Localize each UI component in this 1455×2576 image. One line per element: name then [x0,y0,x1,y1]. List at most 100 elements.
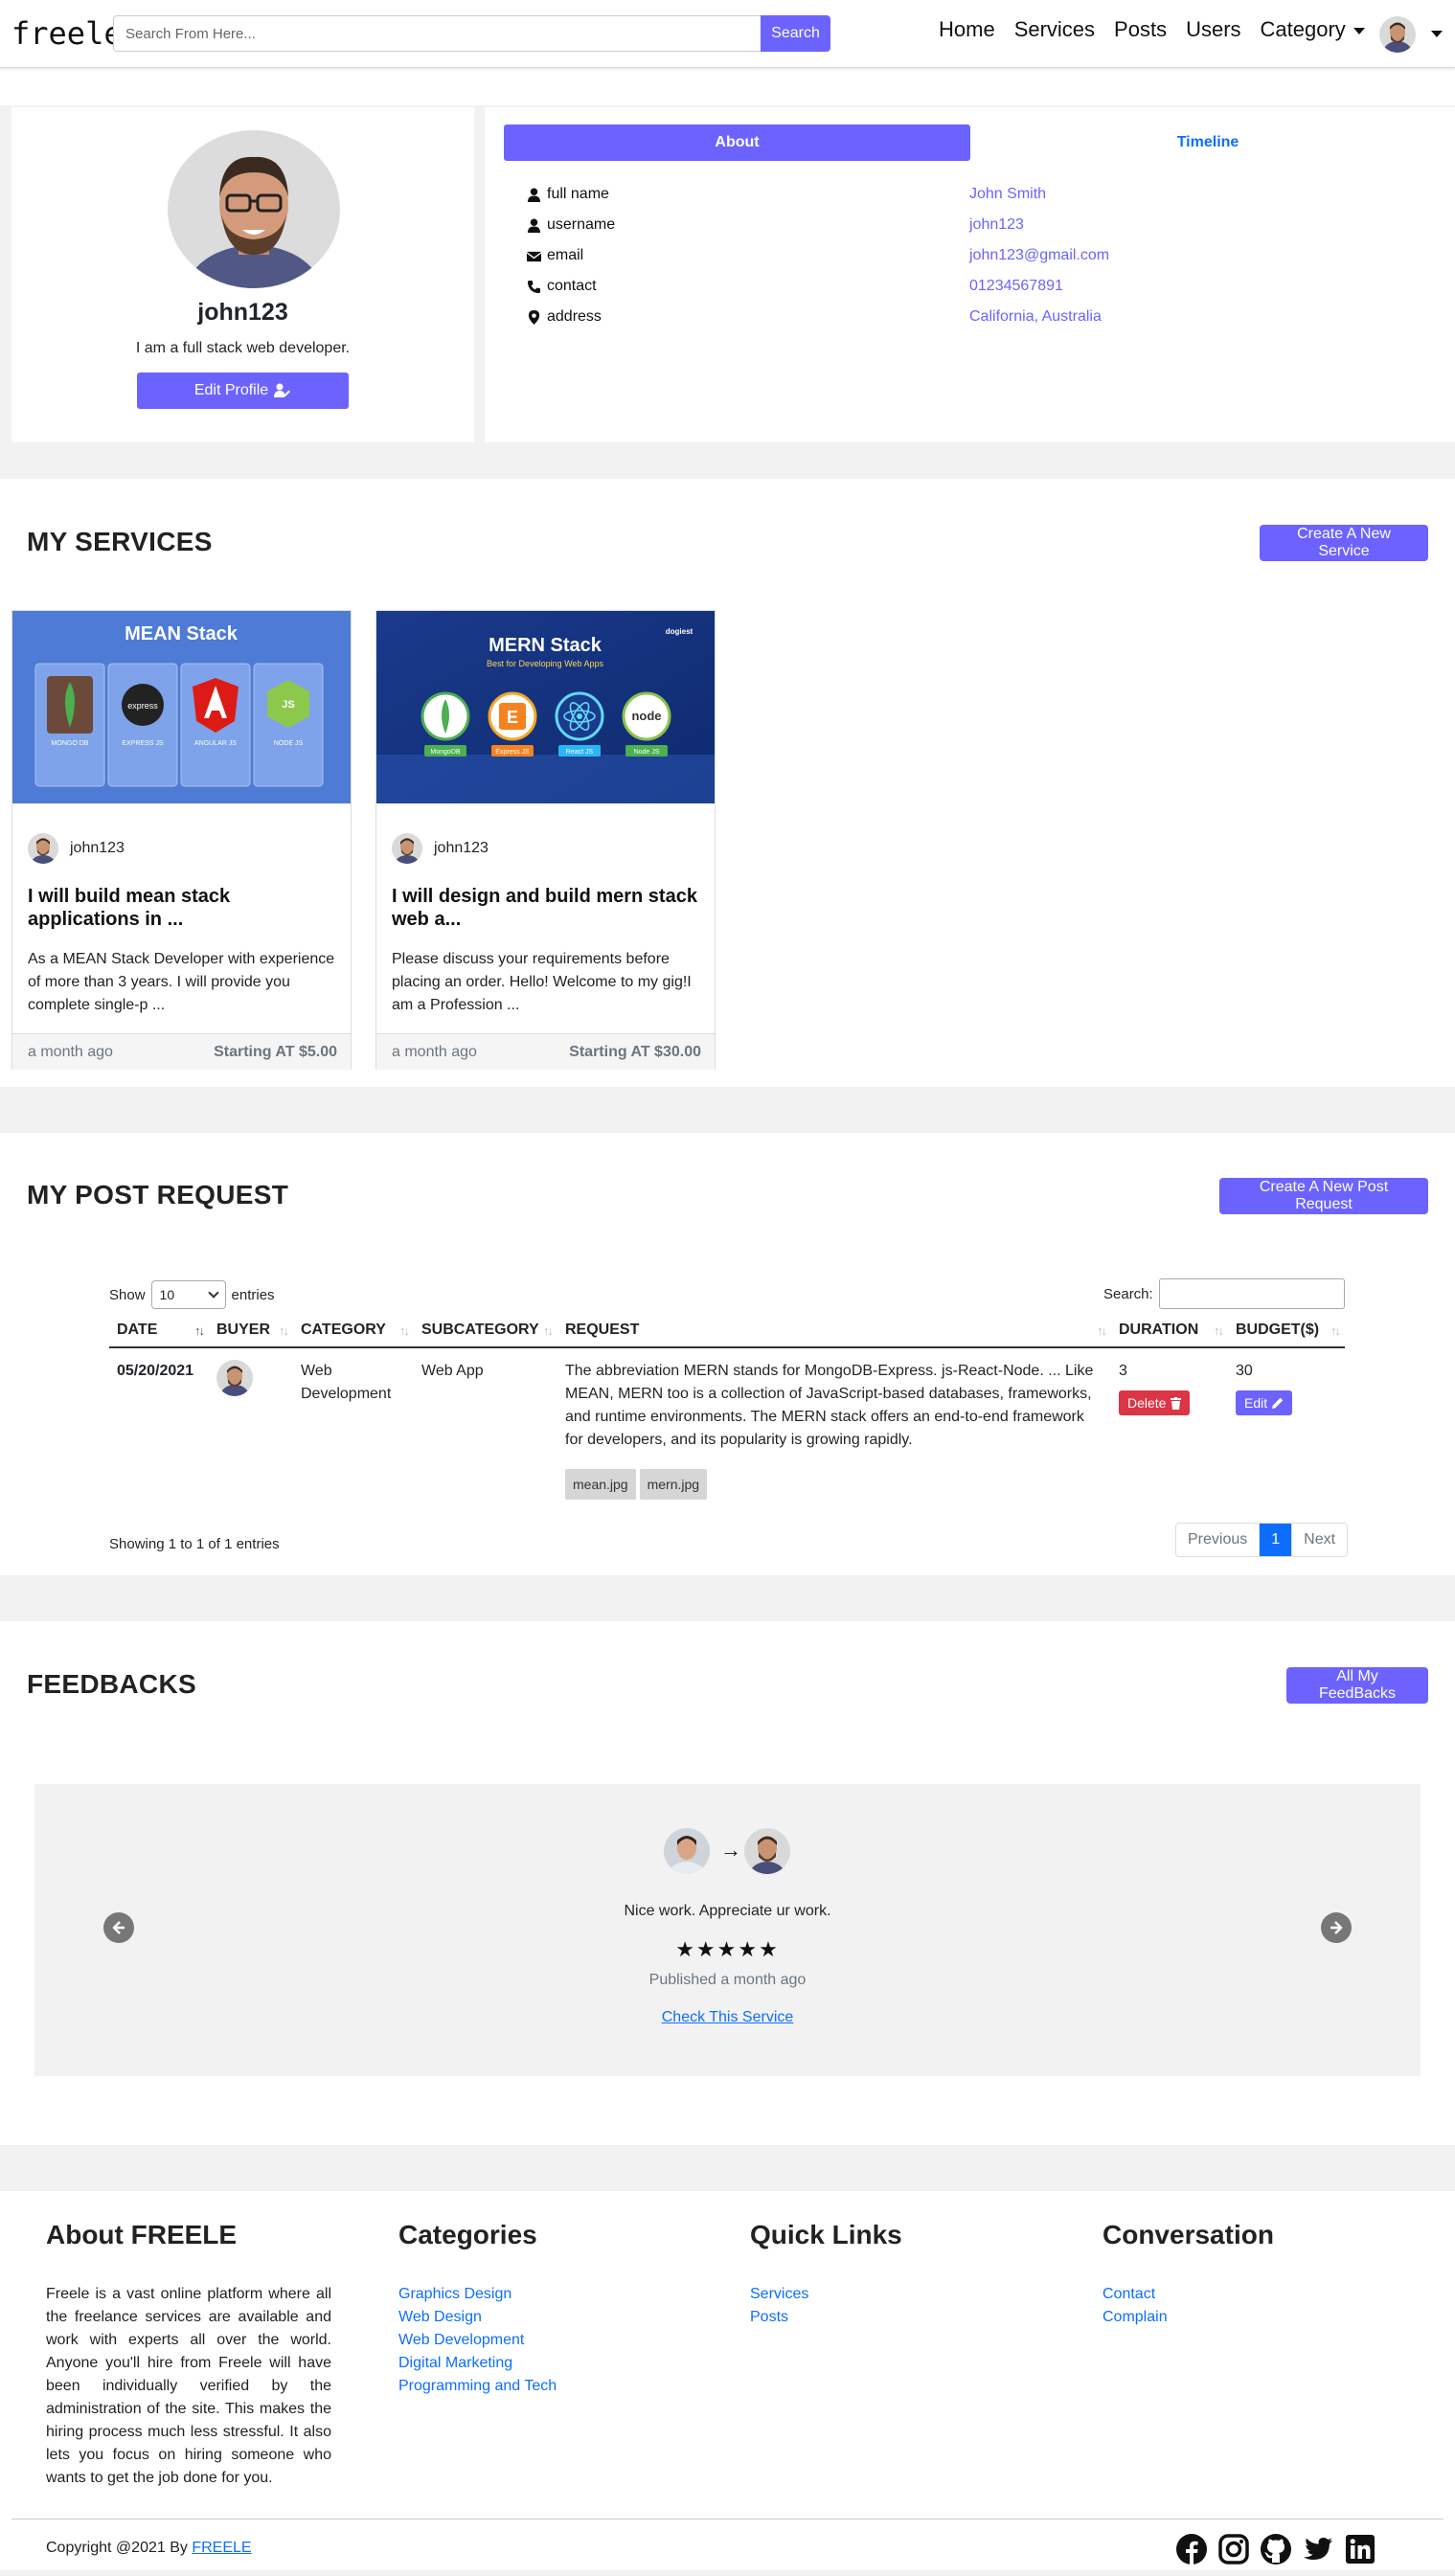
footer-category-link[interactable]: Web Development [398,2329,557,2352]
tab-about[interactable]: About [504,124,970,161]
footer-category-link[interactable]: Programming and Tech [398,2375,557,2398]
create-service-button[interactable]: Create A New Service [1260,525,1428,561]
pagination-previous[interactable]: Previous [1176,1524,1261,1556]
footer-quick-link[interactable]: Services [750,2283,902,2306]
pagination-page[interactable]: 1 [1260,1524,1293,1556]
check-service-link[interactable]: Check This Service [662,2009,794,2025]
all-feedbacks-button[interactable]: All My FeedBacks [1286,1667,1428,1704]
user-avatar[interactable] [1379,16,1416,53]
cell-buyer [209,1347,293,1511]
attachment-list: mean.jpg mern.jpg [565,1452,1103,1500]
carousel-next-icon[interactable] [1321,1912,1352,1943]
seller-name[interactable]: john123 [434,840,489,857]
column-header-category[interactable]: CATEGORY ↑↓ [293,1314,414,1348]
footer-category-link[interactable]: Web Design [398,2306,557,2329]
service-image: MERN Stack Best for Developing Web Apps … [376,611,715,803]
github-icon[interactable] [1261,2534,1291,2565]
edit-profile-button[interactable]: Edit Profile [137,373,349,409]
mean-item-label: ANGULAR JS [194,740,237,747]
entries-length: Show 10 entries [109,1280,275,1309]
attachment-chip[interactable]: mern.jpg [639,1469,708,1500]
trash-icon [1171,1396,1182,1410]
attachment-chip[interactable]: mean.jpg [565,1469,636,1500]
buyer-avatar[interactable] [216,1360,253,1396]
copyright-text: Copyright @2021 By [46,2540,188,2556]
twitter-icon[interactable] [1303,2534,1333,2565]
cell-category: Web Development [301,1363,392,1402]
caret-down-icon[interactable] [1431,31,1443,37]
pagination-next[interactable]: Next [1292,1524,1347,1556]
table-info: Showing 1 to 1 of 1 entries [109,1536,280,1552]
facebook-icon[interactable] [1176,2534,1207,2565]
copyright-link[interactable]: FREELE [192,2540,251,2556]
posts-title: MY POST REQUEST [27,1180,289,1209]
feedbacks-title: FEEDBACKS [27,1669,196,1699]
seller-avatar[interactable] [744,1828,790,1874]
info-label: username [547,216,616,233]
linkedin-icon[interactable] [1345,2534,1375,2565]
column-header-request[interactable]: REQUEST ↑↓ [557,1314,1111,1348]
map-marker-icon [528,309,540,325]
seller-name[interactable]: john123 [70,840,125,857]
mean-item-label: MONGO DB [52,740,89,747]
service-description: Please discuss your requirements before … [392,951,692,1013]
nav-category-dropdown[interactable]: Category [1261,17,1365,42]
info-value: john123 [969,216,1024,233]
search-button[interactable]: Search [761,15,830,52]
table-search-input[interactable] [1158,1278,1345,1309]
service-card[interactable]: MERN Stack Best for Developing Web Apps … [375,610,716,1070]
request-text: The abbreviation MERN stands for MongoDB… [565,1363,1094,1448]
delete-button[interactable]: Delete [1119,1390,1191,1415]
cell-request: The abbreviation MERN stands for MongoDB… [557,1347,1111,1511]
nav-home[interactable]: Home [939,17,995,42]
profile-bio: I am a full stack web developer. [135,340,351,356]
nav-posts[interactable]: Posts [1114,17,1167,42]
footer-category-link[interactable]: Graphics Design [398,2283,557,2306]
footer-conversation-link[interactable]: Contact [1103,2283,1274,2306]
buyer-avatar[interactable] [664,1828,710,1874]
service-title[interactable]: I will design and build mern stack web a… [392,885,703,931]
info-row-email: email john123@gmail.com [527,247,1427,270]
feedback-published: Published a month ago [648,1972,807,1988]
table-row: 05/20/2021 Web Development Web App The a… [109,1347,1345,1511]
instagram-icon[interactable] [1218,2534,1249,2565]
column-header-date[interactable]: DATE ↑↓ [109,1314,209,1348]
star-rating-icon: ★★★★★ [675,1937,780,1961]
footer-conversation-link[interactable]: Complain [1103,2306,1274,2329]
nav-services[interactable]: Services [1014,17,1095,42]
footer-quick-link[interactable]: Posts [750,2306,902,2329]
section-divider [0,1575,1455,1621]
edit-button[interactable]: Edit [1236,1390,1293,1415]
search-input[interactable] [113,15,761,52]
service-title[interactable]: I will build mean stack applications in … [28,885,339,931]
column-header-duration[interactable]: DURATION ↑↓ [1111,1314,1228,1348]
copyright: Copyright @2021 By FREELE [46,2540,252,2557]
column-header-buyer[interactable]: BUYER ↑↓ [209,1314,293,1348]
mern-item-label: Node JS [634,749,660,756]
mern-image-subtitle: Best for Developing Web Apps [487,659,603,668]
nav-users[interactable]: Users [1186,17,1240,42]
arrow-right-icon: → [720,1838,741,1862]
brand-logo[interactable]: freele [11,15,123,52]
mean-item-label: NODE JS [274,740,304,747]
service-description: As a MEAN Stack Developer with experienc… [28,951,335,1013]
service-card[interactable]: MEAN Stack MONGO DB express EXPRESS JS A… [11,610,352,1070]
about-card: About Timeline full name John Smith user… [485,107,1455,442]
feedback-text: Nice work. Appreciate ur work. [624,1903,831,1919]
seller-info: john123 [392,833,489,864]
pagination: Previous 1 Next [1175,1523,1349,1557]
info-label: full name [547,186,609,202]
carousel-prev-icon[interactable] [103,1912,134,1943]
entries-select[interactable]: 10 [150,1280,226,1309]
pencil-icon [1272,1397,1284,1409]
svg-text:express: express [127,701,158,711]
tab-timeline[interactable]: Timeline [1069,124,1347,161]
column-header-budget[interactable]: BUDGET($) ↑↓ [1228,1314,1345,1348]
column-header-subcategory[interactable]: SUBCATEGORY ↑↓ [414,1314,557,1348]
seller-avatar [28,833,58,864]
info-row-full-name: full name John Smith [527,186,1427,209]
create-post-button[interactable]: Create A New Post Request [1219,1178,1428,1214]
footer-category-link[interactable]: Digital Marketing [398,2352,557,2375]
service-price: Starting AT $30.00 [569,1044,701,1060]
seller-avatar [392,833,422,864]
